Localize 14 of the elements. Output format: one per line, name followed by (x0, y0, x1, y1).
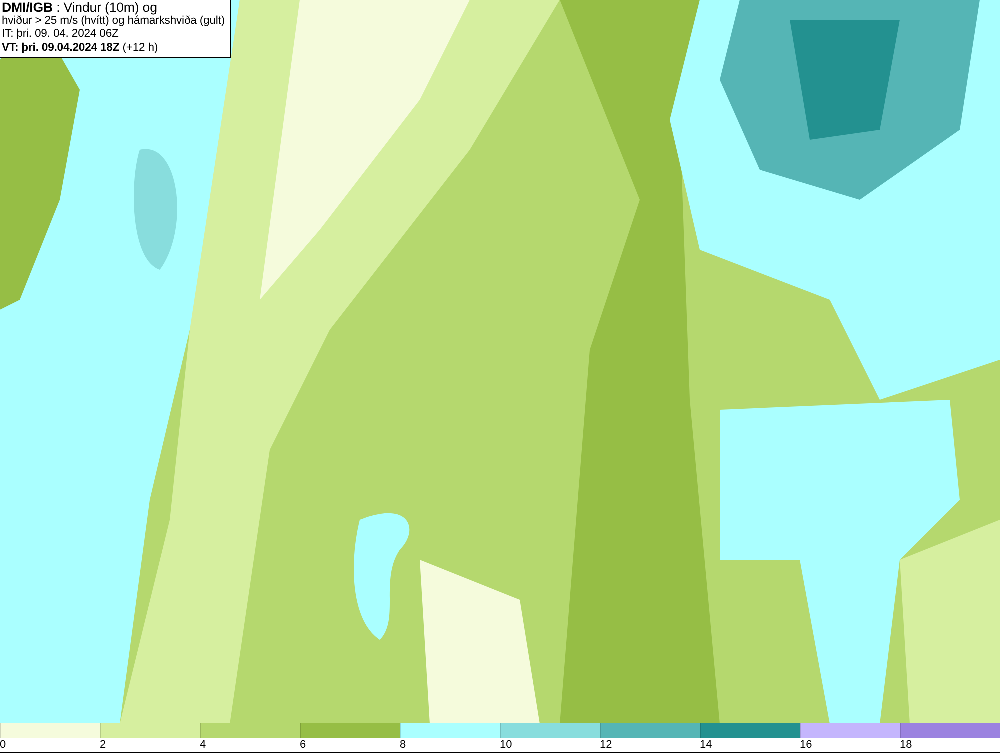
legend-label: 2 (100, 739, 106, 751)
legend-label: 14 (700, 739, 712, 751)
legend-label: 12 (600, 739, 612, 751)
legend-label: 0 (0, 739, 6, 751)
title-line: DMI/IGB : Vindur (10m) og (2, 1, 158, 14)
legend-label: 10 (500, 739, 512, 751)
legend-label: 18 (900, 739, 912, 751)
title-line: IT: þri. 09. 04. 2024 06Z (2, 28, 120, 42)
legend-label: 16 (800, 739, 812, 751)
legend-label: 8 (400, 739, 406, 751)
legend-label: 6 (300, 739, 306, 751)
title-line: hviður > 25 m/s (hvítt) og hámarkshviða (gult) (2, 14, 226, 28)
legend-label: 4 (200, 739, 206, 751)
title-line: VT: þri. 09.04.2024 18Z (+12 h) (2, 42, 160, 55)
